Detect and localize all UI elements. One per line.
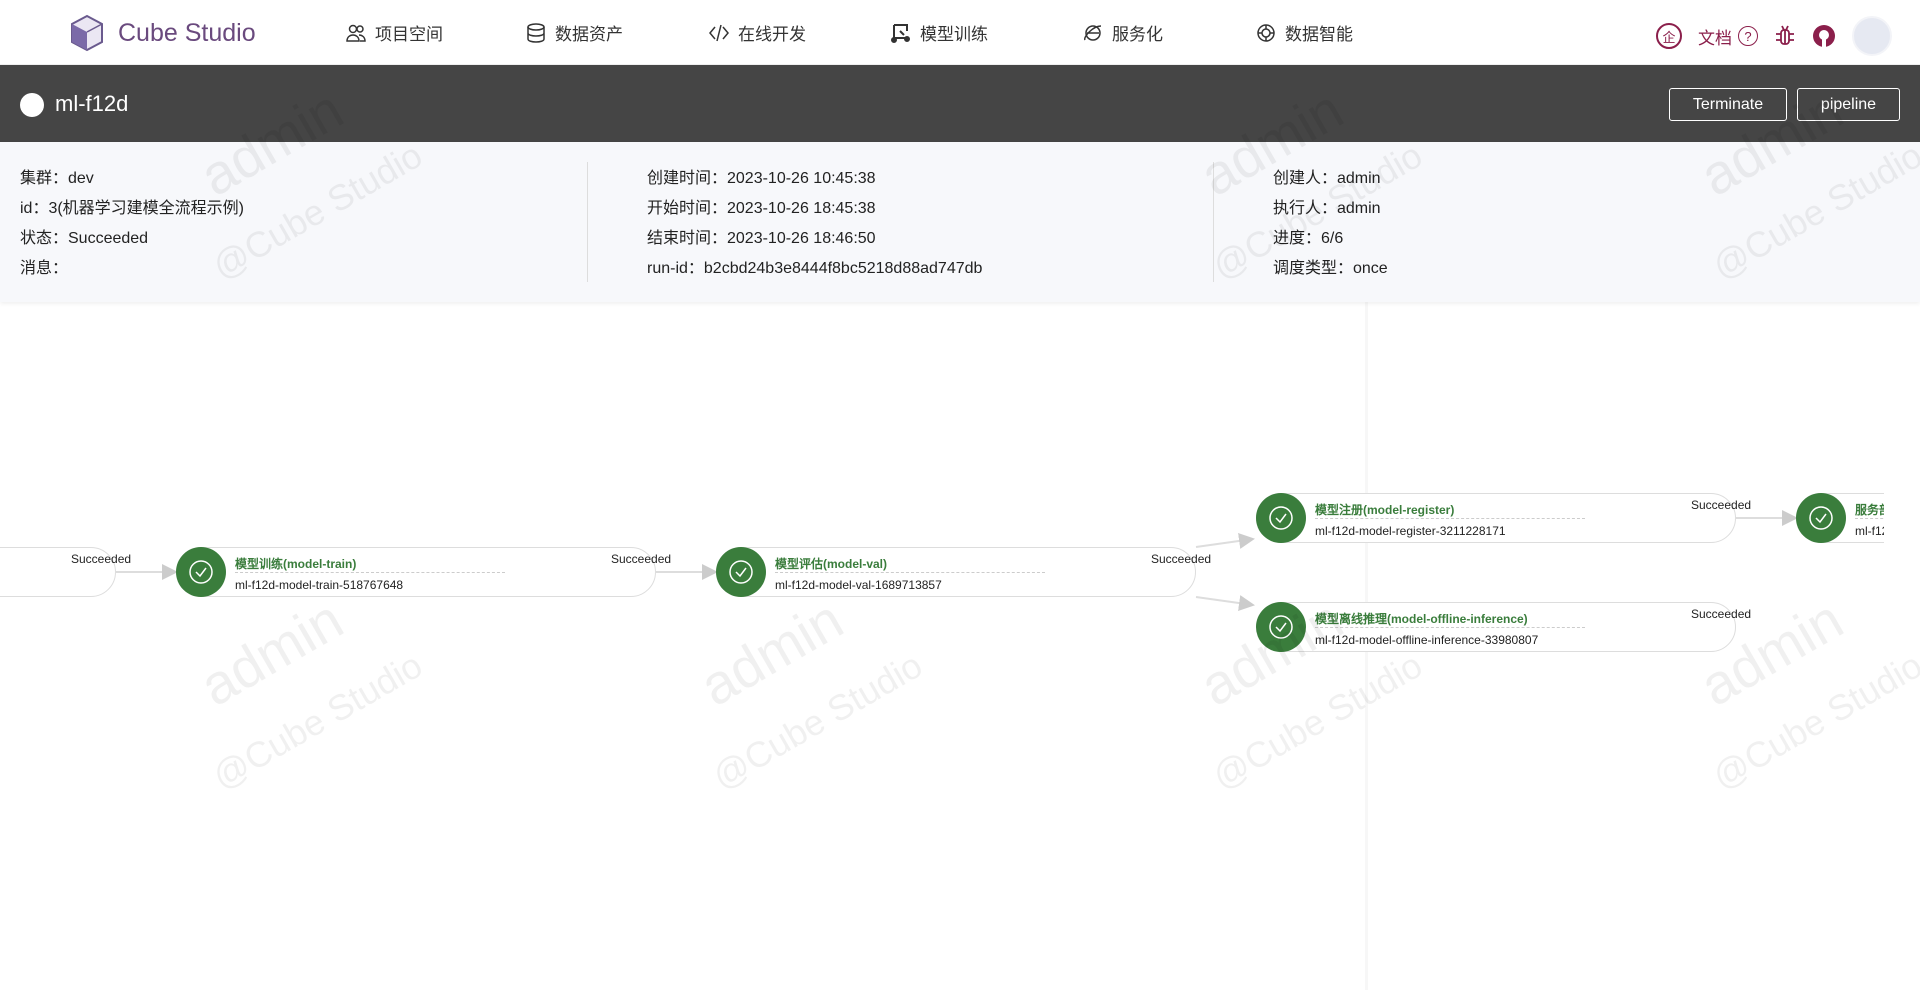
nav-label: 项目空间: [375, 25, 443, 44]
nav-item-project[interactable]: 项目空间: [345, 20, 443, 45]
model-train-icon: [891, 23, 910, 43]
code-icon: [709, 24, 729, 41]
status-field: 状态：Succeeded: [20, 230, 149, 247]
nav-label: 模型训练: [920, 25, 988, 44]
docs-label: 文档: [1698, 28, 1732, 48]
pipeline-node[interactable]: 服务部署 ml-f12d-: [0, 302, 1884, 990]
nav-label: 在线开发: [738, 25, 806, 44]
progress-field: 进度：6/6: [1273, 230, 1344, 247]
node-name: 服务部署: [1855, 503, 1884, 517]
github-icon[interactable]: [1812, 24, 1836, 48]
executor-field: 执行人：admin: [1273, 200, 1381, 217]
bug-icon[interactable]: [1774, 24, 1796, 48]
nav-item-data-assets[interactable]: 数据资产: [525, 20, 623, 45]
cube-logo-icon: [71, 14, 103, 52]
end-time-field: 结束时间：2023-10-26 18:46:50: [647, 230, 876, 247]
run-title: ml-f12d: [55, 91, 129, 116]
start-time-field: 开始时间：2023-10-26 18:45:38: [647, 200, 876, 217]
info-col-1: 集群：dev id：3(机器学习建模全流程示例) 状态：Succeeded 消息…: [20, 164, 244, 284]
help-icon: ?: [1738, 26, 1758, 46]
logo[interactable]: Cube Studio: [70, 14, 256, 52]
pipeline-graph: Succeeded 模型训练(model-train) ml-f12d-mode…: [0, 302, 1920, 990]
brand-name: Cube Studio: [118, 18, 256, 47]
node-id: ml-f12d-: [1855, 524, 1884, 538]
schedule-type-field: 调度类型：once: [1273, 260, 1388, 277]
nav-label: 数据智能: [1285, 25, 1353, 44]
avatar[interactable]: [1852, 16, 1892, 56]
ie-icon: [1084, 24, 1102, 41]
divider: [587, 162, 588, 282]
top-nav: Cube Studio 项目空间 数据资产 在线开发 模型训练 服务化 数据智能…: [0, 0, 1920, 65]
cluster-field: 集群：dev: [20, 170, 94, 187]
info-col-2: 创建时间：2023-10-26 10:45:38 开始时间：2023-10-26…: [647, 164, 982, 284]
check-circle-icon: [1796, 493, 1846, 543]
database-icon: [527, 22, 545, 43]
nav-item-service[interactable]: 服务化: [1082, 20, 1163, 45]
status-dot: [20, 93, 44, 117]
divider: [1213, 162, 1214, 282]
run-id-field: run-id：b2cbd24b3e8444f8bc5218d88ad747db: [647, 260, 983, 277]
created-time-field: 创建时间：2023-10-26 10:45:38: [647, 170, 876, 187]
nav-label: 数据资产: [555, 25, 623, 44]
nav-label: 服务化: [1112, 25, 1163, 44]
divider: [1855, 518, 1884, 519]
nav-item-data-intelligence[interactable]: 数据智能: [1255, 20, 1353, 45]
id-field: id：3(机器学习建模全流程示例): [20, 200, 245, 217]
run-info-panel: 集群：dev id：3(机器学习建模全流程示例) 状态：Succeeded 消息…: [0, 142, 1920, 302]
nav-item-model-train[interactable]: 模型训练: [890, 20, 988, 45]
creator-field: 创建人：admin: [1273, 170, 1381, 187]
team-icon: [346, 24, 366, 42]
pipeline-button[interactable]: pipeline: [1797, 88, 1900, 121]
header-actions: 企 文档?: [1656, 16, 1892, 56]
nav-item-online-dev[interactable]: 在线开发: [708, 20, 806, 45]
message-field: 消息：: [20, 260, 69, 277]
enterprise-icon[interactable]: 企: [1656, 23, 1682, 49]
openai-icon: [1257, 23, 1275, 42]
docs-link[interactable]: 文档?: [1698, 24, 1758, 49]
run-title-bar: ml-f12d Terminate pipeline: [0, 65, 1920, 142]
info-col-3: 创建人：admin 执行人：admin 进度：6/6 调度类型：once: [1273, 164, 1388, 284]
terminate-button[interactable]: Terminate: [1669, 88, 1787, 121]
